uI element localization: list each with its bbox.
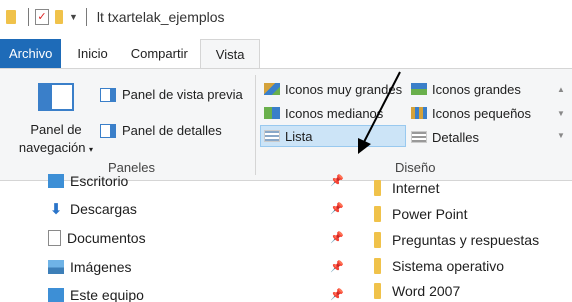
annotation-arrow xyxy=(358,71,401,154)
